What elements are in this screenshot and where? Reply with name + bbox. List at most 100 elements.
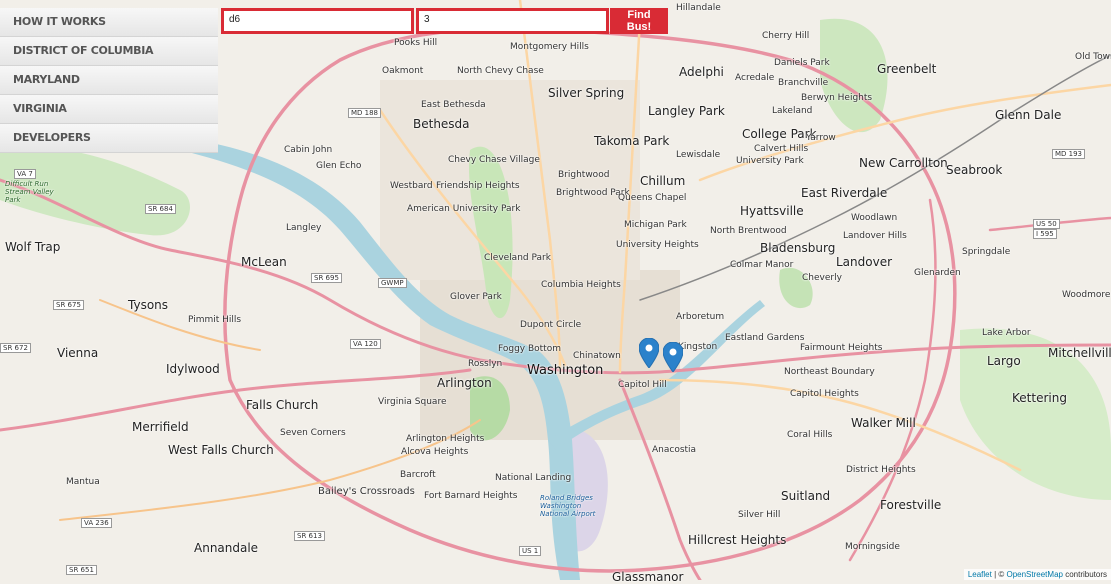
map-label-east-bethesda: East Bethesda: [421, 100, 486, 110]
map-label-dupont-circle: Dupont Circle: [520, 320, 582, 330]
map-label-bethesda: Bethesda: [413, 117, 470, 131]
leaflet-link[interactable]: Leaflet: [968, 570, 992, 579]
map-label-national-landing: National Landing: [495, 473, 572, 483]
map-label-adelphi: Adelphi: [679, 65, 724, 79]
map-label-foggy-bottom: Foggy Bottom: [498, 344, 561, 354]
map-label-landover: Landover: [836, 255, 893, 269]
map-label-landover-hills: Landover Hills: [843, 231, 907, 241]
map-label-district-heights: District Heights: [846, 465, 916, 475]
map-label-north-chevy-chase: North Chevy Chase: [457, 66, 544, 76]
map-label-fairmount-heights: Fairmount Heights: [800, 343, 883, 353]
map-label-university-heights: University Heights: [616, 240, 699, 250]
map-label-new-carrollton: New Carrollton: [859, 156, 948, 170]
map-label-capitol-hill: Capitol Hill: [618, 380, 667, 390]
map-label-north-brentwood: North Brentwood: [710, 226, 787, 236]
route-shield-sr-675: SR 675: [53, 300, 84, 310]
map-label-silver-spring: Silver Spring: [548, 86, 625, 100]
route-shield-va-7: VA 7: [14, 169, 36, 179]
map-label-calvert-hills: Calvert Hills: [754, 144, 809, 154]
map-label-washington: Washington: [527, 363, 604, 378]
route-input[interactable]: d6: [221, 8, 414, 34]
map-attribution: Leaflet | © OpenStreetMap contributors: [963, 569, 1111, 580]
map-label-hillcrest-heights: Hillcrest Heights: [688, 533, 787, 547]
map-label-annandale: Annandale: [194, 541, 259, 555]
map-label-acredale: Acredale: [735, 73, 775, 83]
map-label-kingston: Kingston: [678, 342, 718, 352]
menu-item-maryland[interactable]: MARYLAND: [0, 66, 218, 95]
attribution-suffix: contributors: [1062, 570, 1107, 579]
menu-item-developers[interactable]: DEVELOPERS: [0, 124, 218, 153]
map-label-university-park: University Park: [736, 156, 804, 166]
map-label-woodlawn: Woodlawn: [851, 213, 898, 223]
map-label-barcroft: Barcroft: [400, 470, 436, 480]
map-label-east-riverdale: East Riverdale: [801, 186, 888, 200]
route-shield-sr-613: SR 613: [294, 531, 325, 541]
bus-marker[interactable]: [639, 338, 659, 368]
map-label-arlington: Arlington: [437, 376, 492, 390]
map-label-friendship-heights: Friendship Heights: [436, 181, 520, 191]
route-shield-sr-672: SR 672: [0, 343, 31, 353]
map-label-lewisdale: Lewisdale: [676, 150, 721, 160]
attribution-separator: | ©: [991, 570, 1007, 579]
stop-input[interactable]: 3: [416, 8, 609, 34]
map-label-cleveland-park: Cleveland Park: [484, 253, 551, 263]
map-label-lake-arbor: Lake Arbor: [982, 328, 1031, 338]
map-label-vienna: Vienna: [57, 346, 99, 360]
map-label-branchville: Branchville: [778, 78, 829, 88]
map-label-coral-hills: Coral Hills: [787, 430, 833, 440]
map-pin-icon: [639, 338, 659, 368]
map-label-walker-mill: Walker Mill: [851, 416, 916, 430]
map-label-springdale: Springdale: [962, 247, 1011, 257]
map-label-fort-barnard: Fort Barnard Heights: [424, 491, 518, 501]
map-label-westbard: Westbard: [390, 181, 433, 191]
map-label-pimmit-hills: Pimmit Hills: [188, 315, 242, 325]
map-label-greenbelt: Greenbelt: [877, 62, 937, 76]
map-label-seabrook: Seabrook: [946, 163, 1003, 177]
map-label-woodmore: Woodmore: [1062, 290, 1111, 300]
map-label-oakmont: Oakmont: [382, 66, 424, 76]
map-label-montgomery-hills: Montgomery Hills: [510, 42, 589, 52]
map-label-national-airport: Roland Bridges Washington National Airpo…: [540, 494, 596, 518]
map-label-yarrow: Yarrow: [806, 133, 836, 143]
map-label-glover-park: Glover Park: [450, 292, 502, 302]
route-shield-md-188: MD 188: [348, 108, 382, 118]
map-label-mantua: Mantua: [66, 477, 100, 487]
map-label-rosslyn: Rosslyn: [468, 359, 503, 369]
map-label-hyattsville: Hyattsville: [740, 204, 804, 218]
map-label-berwyn-heights: Berwyn Heights: [801, 93, 873, 103]
map-label-bladensburg: Bladensburg: [760, 241, 836, 255]
map-label-american-university-park: American University Park: [407, 204, 521, 214]
route-shield-us-1: US 1: [519, 546, 542, 556]
menu-item-district-of-columbia[interactable]: DISTRICT OF COLUMBIA: [0, 37, 218, 66]
map-label-glenarden: Glenarden: [914, 268, 961, 278]
map-label-chillum: Chillum: [640, 174, 686, 188]
region-menu: HOW IT WORKS DISTRICT OF COLUMBIA MARYLA…: [0, 8, 218, 153]
map-label-old-town: Old Town: [1075, 52, 1111, 62]
map-label-cherry-hill: Cherry Hill: [762, 31, 810, 41]
map-label-kettering: Kettering: [1012, 391, 1067, 405]
route-shield-va-120: VA 120: [350, 339, 381, 349]
map-label-northeast-boundary: Northeast Boundary: [784, 367, 875, 377]
map-label-alcova-heights: Alcova Heights: [401, 447, 469, 457]
map-label-queens-chapel: Queens Chapel: [618, 193, 687, 203]
route-shield-va-236: VA 236: [81, 518, 112, 528]
bus-marker[interactable]: [663, 342, 683, 372]
map-label-lakeland: Lakeland: [772, 106, 813, 116]
map-label-falls-church: Falls Church: [246, 398, 319, 412]
route-shield-i-595: I 595: [1033, 229, 1057, 239]
map-pin-icon: [663, 342, 683, 372]
map-label-suitland: Suitland: [781, 489, 831, 503]
map-label-merrifield: Merrifield: [132, 420, 189, 434]
map-label-mitchellville: Mitchellville: [1048, 346, 1111, 360]
map-label-virginia-square: Virginia Square: [378, 397, 447, 407]
menu-item-how-it-works[interactable]: HOW IT WORKS: [0, 8, 218, 37]
route-shield-us-50: US 50: [1033, 219, 1060, 229]
map-label-arboretum: Arboretum: [676, 312, 725, 322]
map-label-anacostia: Anacostia: [652, 445, 697, 455]
map-label-michigan-park: Michigan Park: [624, 220, 687, 230]
openstreetmap-link[interactable]: OpenStreetMap: [1006, 570, 1062, 579]
find-bus-button[interactable]: Find Bus!: [610, 8, 668, 34]
menu-item-virginia[interactable]: VIRGINIA: [0, 95, 218, 124]
map-label-west-falls-church: West Falls Church: [168, 443, 274, 457]
map-label-capitol-heights: Capitol Heights: [790, 389, 859, 399]
